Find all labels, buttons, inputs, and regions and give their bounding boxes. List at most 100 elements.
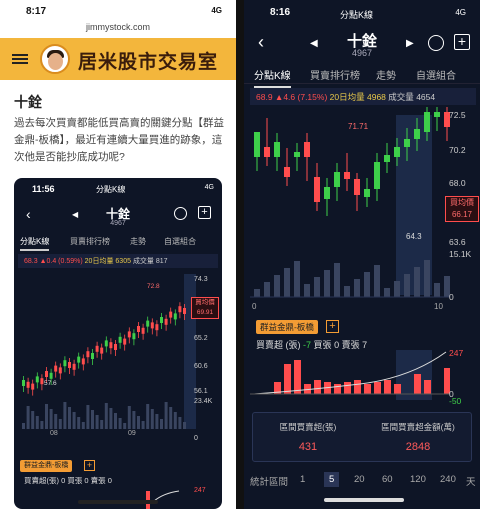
candle-body <box>304 142 310 157</box>
inner-candlestick-chart <box>22 274 196 429</box>
next-stock-icon[interactable]: ▶ <box>406 38 414 49</box>
interval-summary-panel: 區間買賣超(張) 431 區間買賣超金額(萬) 2848 <box>252 412 472 462</box>
candle-body <box>150 322 154 329</box>
candle-body <box>178 306 182 313</box>
quote-change: ▲4.6 (7.15%) <box>274 92 328 102</box>
candle-body <box>424 112 430 132</box>
url-bar[interactable]: jimmystock.com <box>0 22 236 32</box>
inner-tab-3: 自選組合 <box>164 237 196 246</box>
candle-body <box>434 112 440 117</box>
axis-label: 63.6 <box>449 237 466 247</box>
inner-axis-label: 56.1 <box>194 388 208 395</box>
interval-net-caption: 區間買賣超(張) <box>279 422 337 432</box>
add-icon[interactable]: + <box>454 34 470 50</box>
volume-bar <box>91 410 94 429</box>
volume-bar <box>404 274 410 297</box>
candle-body <box>146 320 150 327</box>
avg-price-badge: 買均價 66.17 <box>445 196 479 222</box>
status-time: 8:17 <box>26 6 47 17</box>
period-option-5[interactable]: 5 <box>324 472 340 487</box>
period-option-day[interactable]: 天 <box>466 474 476 488</box>
broker-bar <box>294 360 301 394</box>
home-indicator <box>324 498 404 502</box>
volume-bar <box>284 268 290 297</box>
volume-bar <box>54 414 58 429</box>
volume-bar <box>169 407 173 429</box>
inner-ma-label: 20日均量 <box>84 258 114 265</box>
inner-axis-label: 23.4K <box>194 398 213 405</box>
period-option-240[interactable]: 240 <box>440 474 456 485</box>
candle-body <box>91 353 94 359</box>
broker-tag[interactable]: 群益金鼎-板橋 <box>256 320 318 334</box>
candle-body <box>118 336 122 343</box>
broker-bar <box>424 380 431 394</box>
period-option-20[interactable]: 20 <box>354 474 365 485</box>
candle-body <box>26 381 30 388</box>
article-title: 十銓 <box>14 94 42 110</box>
avatar <box>40 44 70 74</box>
candle-body <box>264 147 270 157</box>
volume-bar <box>424 260 430 297</box>
candle-body <box>63 360 67 367</box>
compass-icon[interactable] <box>428 35 444 51</box>
summary-label: 買賣超 (張) <box>256 340 301 350</box>
volume-bar <box>22 423 25 429</box>
volume-bar <box>72 412 76 429</box>
inner-bottom-axis: 247 <box>194 487 206 494</box>
volume-bar <box>384 288 390 297</box>
candle-body <box>31 383 35 390</box>
inner-summary: 買賣超(張) 0 買張 0 賣張 0 <box>24 476 112 485</box>
axis-label: 72.5 <box>449 110 466 120</box>
interval-net-value: 431 <box>298 441 318 453</box>
volume-bar <box>141 421 145 429</box>
candle-body <box>54 365 58 372</box>
candlestick-chart[interactable] <box>250 107 450 307</box>
period-option-120[interactable]: 120 <box>410 474 426 485</box>
volume-label: 成交量 <box>388 92 414 102</box>
inner-add-broker-icon: + <box>84 460 95 471</box>
inner-status-time: 11:56 <box>32 184 55 194</box>
inner-status-signal: 4G <box>204 184 214 191</box>
candle-body <box>35 376 39 383</box>
volume-bar <box>434 283 440 297</box>
candle-body <box>414 129 420 139</box>
period-selector: 統計區間 1 5 20 60 120 240 天 <box>244 470 480 490</box>
volume-bar <box>344 286 350 297</box>
volume-bar <box>58 419 62 429</box>
tab-trend[interactable]: 走勢 <box>376 67 396 82</box>
candle-body <box>155 324 159 331</box>
volume-bar <box>86 405 90 429</box>
volume-bar <box>150 409 154 429</box>
x-label: 10 <box>434 302 443 311</box>
tab-ranking[interactable]: 買賣排行榜 <box>310 67 360 82</box>
volume-bar <box>394 281 400 297</box>
inner-avg-price-badge: 買均價 69.91 <box>191 297 219 319</box>
candle-body <box>404 139 410 147</box>
inner-x-label: 09 <box>128 430 136 437</box>
site-title[interactable]: 居米股市交易室 <box>78 47 218 74</box>
ma-value: 4968 <box>367 92 386 102</box>
menu-icon[interactable] <box>12 54 28 64</box>
summary-buy: 0 <box>334 340 340 350</box>
status-signal: 4G <box>455 8 466 17</box>
volume-bar <box>294 261 300 297</box>
left-phone-screen: 8:17 4G jimmystock.com 居米股市交易室 十銓 過去每次買賣… <box>0 0 236 509</box>
broker-bar <box>334 384 341 394</box>
summary-buy-label: 買張 <box>313 340 332 350</box>
volume-bar <box>118 418 122 429</box>
tab-branch-kline[interactable]: 分點K線 <box>254 67 291 88</box>
add-broker-icon[interactable]: + <box>326 320 339 333</box>
period-option-60[interactable]: 60 <box>382 474 393 485</box>
inner-axis-label: 60.6 <box>194 363 208 370</box>
candle-body <box>95 345 99 352</box>
tab-watchlist[interactable]: 自選組合 <box>416 67 456 82</box>
volume-bar <box>81 422 85 429</box>
candle-body <box>294 152 300 157</box>
summary-sell: 7 <box>362 340 368 350</box>
volume-bar <box>109 408 113 429</box>
period-option-1[interactable]: 1 <box>300 474 305 485</box>
volume-bar <box>100 420 104 429</box>
candle-body <box>72 363 76 370</box>
candle-body <box>81 358 85 365</box>
broker-bar-chart <box>250 350 450 400</box>
